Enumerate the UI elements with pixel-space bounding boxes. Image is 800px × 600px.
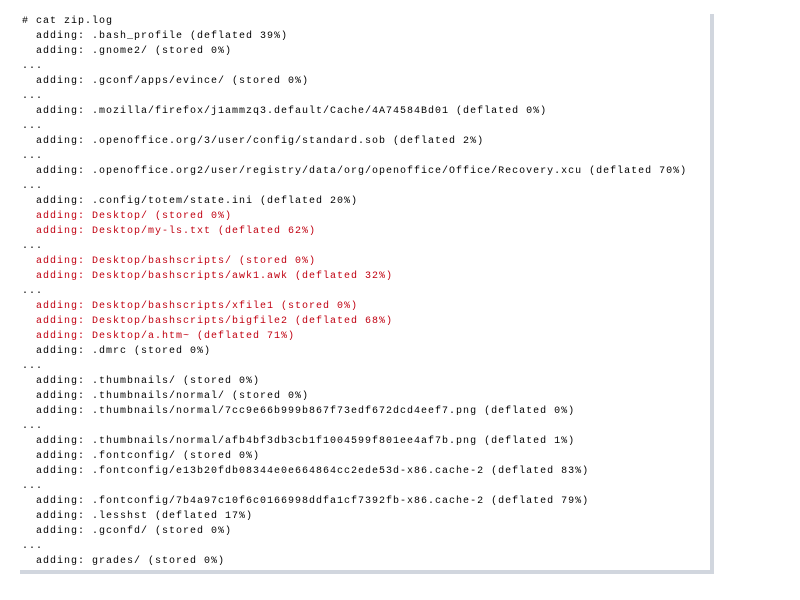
ellipsis-line: ... [22,89,704,104]
log-line: adding: .bash_profile (deflated 39%) [22,29,704,44]
log-line: adding: .fontconfig/ (stored 0%) [22,449,704,464]
ellipsis-line: ... [22,539,704,554]
ellipsis-line: ... [22,149,704,164]
log-line: adding: .mozilla/firefox/j1ammzq3.defaul… [22,104,704,119]
ellipsis-line: ... [22,119,704,134]
log-line: adding: Desktop/a.htm~ (deflated 71%) [22,329,704,344]
log-line: adding: .openoffice.org2/user/registry/d… [22,164,704,179]
ellipsis-line: ... [22,569,704,570]
log-line: adding: grades/ (stored 0%) [22,554,704,569]
log-line: adding: Desktop/bashscripts/bigfile2 (de… [22,314,704,329]
log-line: adding: Desktop/bashscripts/xfile1 (stor… [22,299,704,314]
log-line: adding: Desktop/bashscripts/ (stored 0%) [22,254,704,269]
log-line: adding: .dmrc (stored 0%) [22,344,704,359]
ellipsis-line: ... [22,284,704,299]
log-line: adding: .thumbnails/normal/ (stored 0%) [22,389,704,404]
ellipsis-line: ... [22,239,704,254]
log-line: adding: Desktop/my-ls.txt (deflated 62%) [22,224,704,239]
log-line: adding: Desktop/bashscripts/awk1.awk (de… [22,269,704,284]
log-line: adding: .gconfd/ (stored 0%) [22,524,704,539]
log-line: adding: .lesshst (deflated 17%) [22,509,704,524]
terminal-output: # cat zip.log adding: .bash_profile (def… [22,14,704,570]
log-line: adding: .fontconfig/e13b20fdb08344e0e664… [22,464,704,479]
log-line: adding: Desktop/ (stored 0%) [22,209,704,224]
ellipsis-line: ... [22,479,704,494]
ellipsis-line: ... [22,419,704,434]
log-line: adding: .openoffice.org/3/user/config/st… [22,134,704,149]
log-line: adding: .thumbnails/normal/7cc9e66b999b8… [22,404,704,419]
log-line: adding: .thumbnails/normal/afb4bf3db3cb1… [22,434,704,449]
ellipsis-line: ... [22,179,704,194]
slide-frame: # cat zip.log adding: .bash_profile (def… [0,0,800,600]
log-line: adding: .gnome2/ (stored 0%) [22,44,704,59]
command-line: # cat zip.log [22,14,704,29]
log-line: adding: .fontconfig/7b4a97c10f6c0166998d… [22,494,704,509]
log-line: adding: .config/totem/state.ini (deflate… [22,194,704,209]
ellipsis-line: ... [22,359,704,374]
log-line: adding: .thumbnails/ (stored 0%) [22,374,704,389]
ellipsis-line: ... [22,59,704,74]
terminal-sheet: # cat zip.log adding: .bash_profile (def… [16,10,710,570]
log-line: adding: .gconf/apps/evince/ (stored 0%) [22,74,704,89]
